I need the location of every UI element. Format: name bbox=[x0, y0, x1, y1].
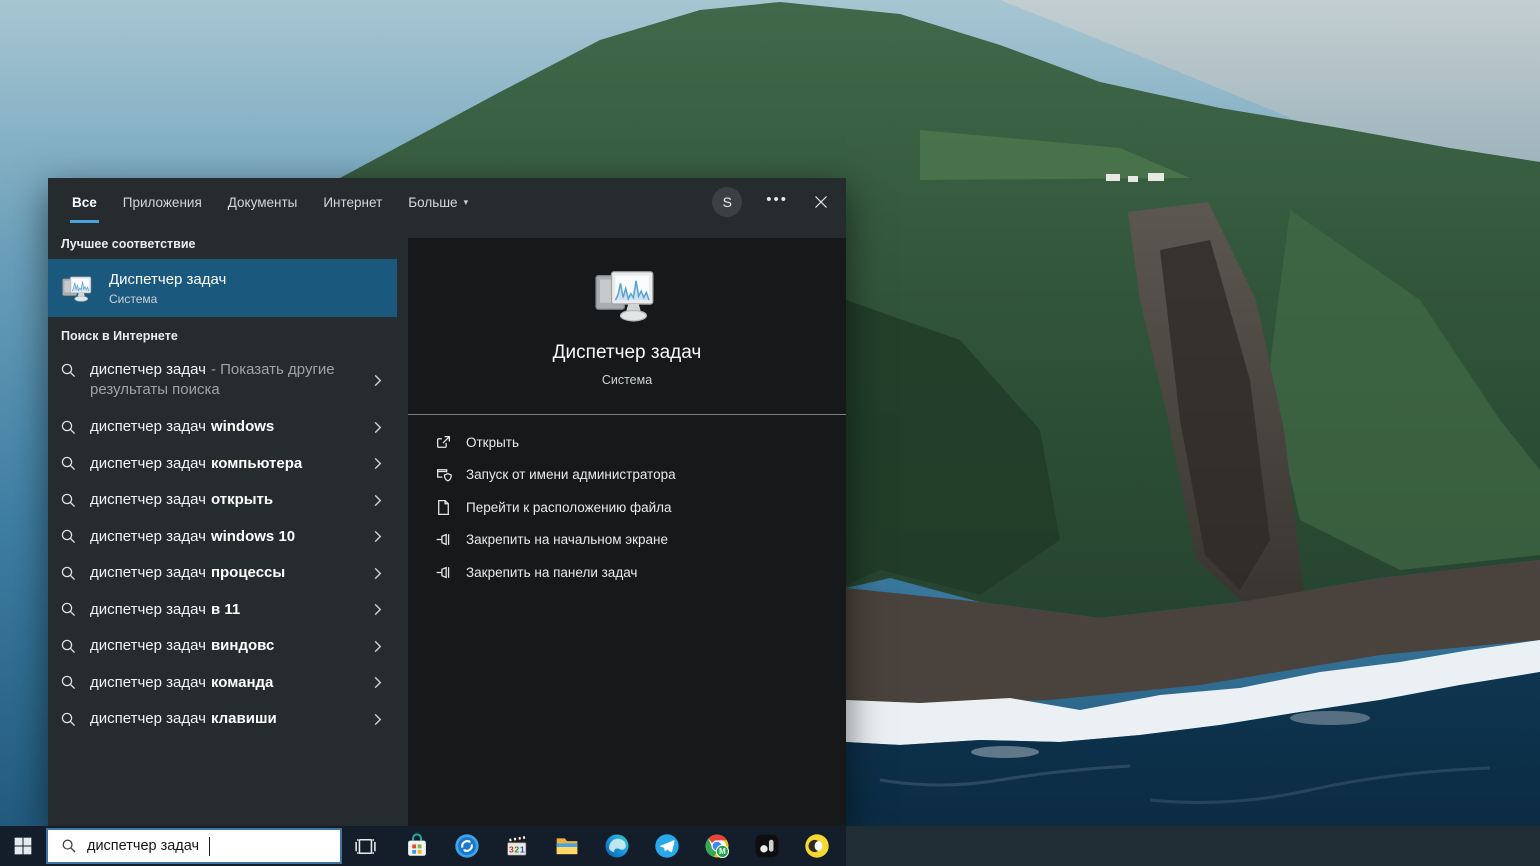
pin-icon bbox=[435, 564, 452, 581]
search-icon bbox=[60, 492, 77, 509]
search-icon bbox=[60, 601, 77, 618]
action-open[interactable]: Открыть bbox=[435, 426, 836, 459]
chevron-right-icon[interactable] bbox=[370, 566, 385, 581]
web-search-suggestions: диспетчер задач- Показать другие результ… bbox=[48, 351, 408, 738]
suggestion-kompyutera[interactable]: диспетчер задачкомпьютера bbox=[48, 446, 397, 483]
start-button[interactable] bbox=[0, 826, 46, 866]
action-run-as-admin[interactable]: Запуск от имени администратора bbox=[435, 459, 836, 492]
file-location-icon bbox=[435, 499, 452, 516]
search-icon bbox=[60, 362, 77, 379]
action-label: Перейти к расположению файла bbox=[466, 500, 672, 515]
yellow-media-app-icon[interactable] bbox=[804, 833, 830, 859]
result-detail-pane: Диспетчер задач Система Открыть bbox=[408, 238, 846, 826]
file-explorer-icon[interactable] bbox=[554, 833, 580, 859]
tab-all[interactable]: Все bbox=[72, 178, 97, 226]
tab-apps[interactable]: Приложения bbox=[123, 178, 202, 226]
chevron-right-icon[interactable] bbox=[370, 456, 385, 471]
chevron-right-icon[interactable] bbox=[370, 639, 385, 654]
detail-title: Диспетчер задач bbox=[553, 342, 702, 364]
search-icon bbox=[60, 674, 77, 691]
svg-text:3: 3 bbox=[509, 844, 514, 854]
search-icon bbox=[60, 565, 77, 582]
suggestion-klavishi[interactable]: диспетчер задачклавиши bbox=[48, 701, 397, 738]
taskbar-right-section bbox=[846, 826, 1540, 866]
suggestion-vindovs[interactable]: диспетчер задачвиндовс bbox=[48, 628, 397, 665]
task-manager-icon-large bbox=[590, 264, 664, 326]
chevron-down-icon: ▾ bbox=[464, 198, 469, 207]
search-flyout: Все Приложения Документы Интернет Больше… bbox=[48, 178, 846, 826]
search-flyout-header: Все Приложения Документы Интернет Больше… bbox=[48, 178, 846, 226]
svg-text:2: 2 bbox=[514, 844, 519, 854]
chevron-right-icon[interactable] bbox=[370, 675, 385, 690]
suggestion-otkryt[interactable]: диспетчер задачоткрыть bbox=[48, 482, 397, 519]
tab-web[interactable]: Интернет bbox=[323, 178, 382, 226]
task-manager-icon bbox=[60, 273, 96, 304]
admin-shield-icon bbox=[435, 466, 452, 483]
open-window-icon bbox=[435, 434, 452, 451]
suggestion-komanda[interactable]: диспетчер задачкоманда bbox=[48, 665, 397, 702]
search-icon bbox=[60, 419, 77, 436]
suggestion-v-11[interactable]: диспетчер задачв 11 bbox=[48, 592, 397, 629]
suggestion-windows[interactable]: диспетчер задачwindows bbox=[48, 409, 397, 446]
chrome-icon[interactable]: M bbox=[704, 833, 730, 859]
suggestion-show-more-results[interactable]: диспетчер задач- Показать другие результ… bbox=[48, 351, 397, 409]
search-icon bbox=[61, 838, 77, 854]
media-player-classic-icon[interactable]: 3 2 1 bbox=[504, 833, 530, 859]
best-match-subtitle: Система bbox=[109, 293, 226, 305]
edge-browser-icon[interactable] bbox=[604, 833, 630, 859]
chevron-right-icon[interactable] bbox=[370, 602, 385, 617]
suggestion-protsessy[interactable]: диспетчер задачпроцессы bbox=[48, 555, 397, 592]
desktop: { "desktop": { "wallpaper_name": "aerial… bbox=[0, 0, 1540, 866]
action-pin-to-taskbar[interactable]: Закрепить на панели задач bbox=[435, 556, 836, 589]
task-view-icon bbox=[353, 834, 378, 859]
action-open-file-location[interactable]: Перейти к расположению файла bbox=[435, 491, 836, 524]
svg-text:M: M bbox=[719, 847, 726, 856]
taskbar: диспетчер задач 3 bbox=[0, 826, 1540, 866]
tab-documents[interactable]: Документы bbox=[228, 178, 298, 226]
action-label: Закрепить на начальном экране bbox=[466, 532, 668, 547]
best-match-result[interactable]: Диспетчер задач Система bbox=[48, 259, 397, 317]
action-label: Запуск от имени администратора bbox=[466, 467, 676, 482]
search-icon bbox=[60, 638, 77, 655]
avatar[interactable]: S bbox=[712, 187, 742, 217]
windows-logo-icon bbox=[13, 836, 33, 856]
action-pin-to-start[interactable]: Закрепить на начальном экране bbox=[435, 524, 836, 557]
action-label: Открыть bbox=[466, 435, 519, 450]
microsoft-store-icon[interactable] bbox=[404, 833, 430, 859]
best-match-section-label: Лучшее соответствие bbox=[48, 237, 408, 259]
search-icon bbox=[60, 711, 77, 728]
chevron-right-icon[interactable] bbox=[370, 373, 385, 388]
tab-more[interactable]: Больше ▾ bbox=[408, 178, 468, 226]
suggestion-windows-10[interactable]: диспетчер задачwindows 10 bbox=[48, 519, 397, 556]
web-search-section-label: Поиск в Интернете bbox=[48, 329, 408, 351]
svg-text:1: 1 bbox=[520, 844, 525, 854]
header-right-controls: S ••• bbox=[712, 187, 830, 217]
chevron-right-icon[interactable] bbox=[370, 493, 385, 508]
chevron-right-icon[interactable] bbox=[370, 712, 385, 727]
detail-subtitle: Система bbox=[602, 373, 652, 387]
chevron-right-icon[interactable] bbox=[370, 529, 385, 544]
search-icon bbox=[60, 455, 77, 472]
close-icon[interactable] bbox=[812, 193, 830, 211]
chevron-right-icon[interactable] bbox=[370, 420, 385, 435]
detail-actions: Открыть Запуск от имени администратора bbox=[408, 415, 846, 589]
search-flyout-body: Лучшее соответствие Диспетчер задач Сист… bbox=[48, 226, 846, 826]
results-column: Лучшее соответствие Диспетчер задач Сист… bbox=[48, 226, 408, 826]
telegram-icon[interactable] bbox=[654, 833, 680, 859]
search-icon bbox=[60, 528, 77, 545]
pin-icon bbox=[435, 531, 452, 548]
action-label: Закрепить на панели задач bbox=[466, 565, 637, 580]
download-manager-icon[interactable] bbox=[454, 833, 480, 859]
text-cursor bbox=[209, 837, 210, 856]
search-tabs: Все Приложения Документы Интернет Больше… bbox=[72, 178, 468, 226]
best-match-title: Диспетчер задач bbox=[109, 272, 226, 287]
task-view-button[interactable] bbox=[352, 833, 378, 859]
more-options-icon[interactable]: ••• bbox=[766, 192, 788, 213]
dark-media-app-icon[interactable] bbox=[754, 833, 780, 859]
search-input-value: диспетчер задач bbox=[87, 838, 199, 854]
taskbar-search-input[interactable]: диспетчер задач bbox=[46, 828, 342, 864]
